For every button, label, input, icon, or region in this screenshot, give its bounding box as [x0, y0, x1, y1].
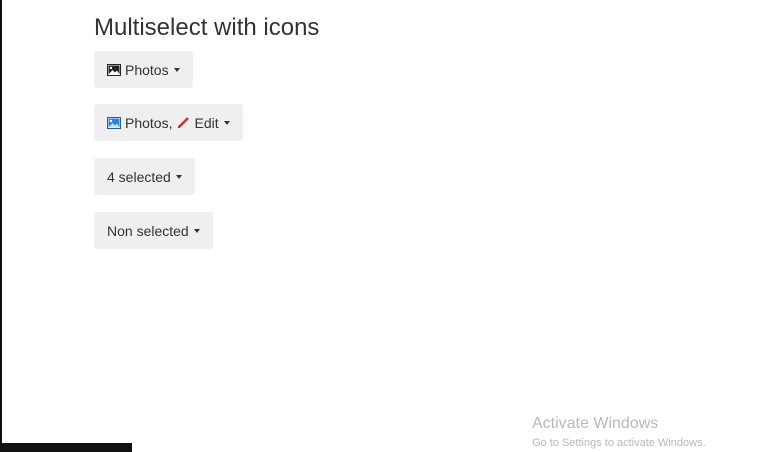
picture-icon	[107, 63, 121, 76]
multiselect-none-selected-button[interactable]: Non selected	[94, 212, 213, 249]
watermark-title: Activate Windows	[532, 415, 659, 432]
picture-color-icon	[107, 116, 121, 129]
caret-down-icon	[173, 67, 180, 72]
page-title: Multiselect with icons	[94, 14, 320, 41]
caret-down-icon	[175, 174, 182, 179]
multiselect-photos-edit-button[interactable]: Photos, Edit	[94, 104, 243, 141]
activate-windows-watermark: Activate Windows Go to Settings to activ…	[532, 415, 706, 450]
multiselect-photos-button[interactable]: Photos	[94, 51, 193, 88]
multiselect-label: 4 selected	[107, 168, 171, 185]
caret-down-icon	[193, 228, 200, 233]
taskbar-fragment	[0, 443, 132, 452]
window-edge	[0, 0, 2, 452]
multiselect-label-photos: Photos,	[125, 114, 173, 131]
caret-down-icon	[223, 120, 230, 125]
multiselect-label: Photos	[125, 61, 169, 78]
multiselect-four-selected-button[interactable]: 4 selected	[94, 158, 195, 195]
watermark-subtitle: Go to Settings to activate Windows.	[532, 437, 706, 449]
multiselect-label: Non selected	[107, 222, 189, 239]
multiselect-label-edit: Edit	[194, 114, 219, 131]
pencil-icon	[176, 116, 190, 130]
